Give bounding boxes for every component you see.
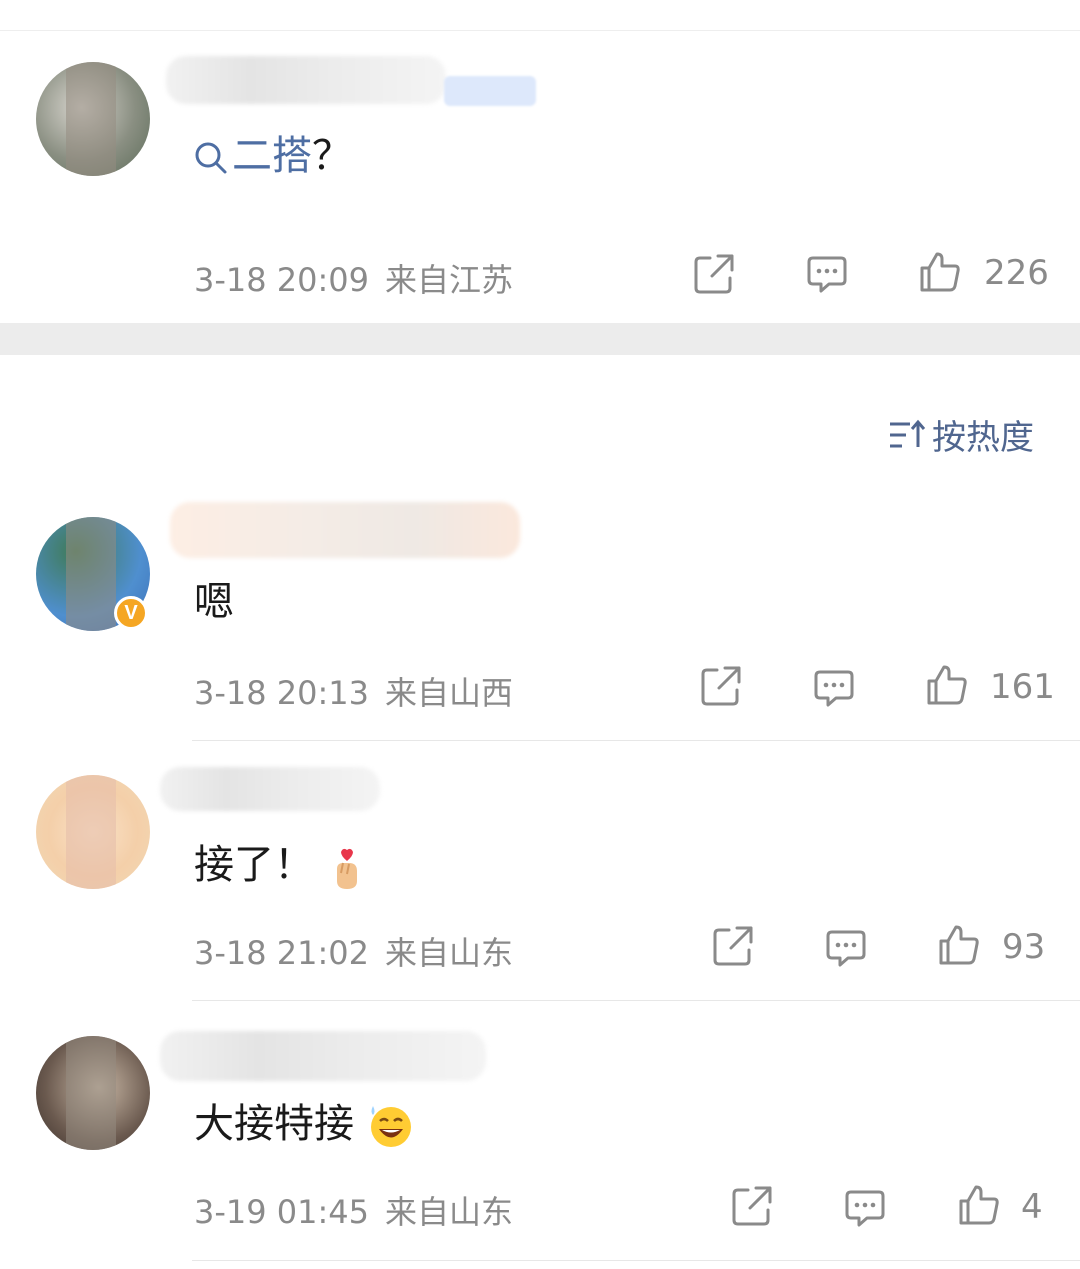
finger-heart-emoji xyxy=(336,848,357,889)
comment-icon[interactable] xyxy=(805,252,849,296)
verified-badge: V xyxy=(114,596,148,630)
share-icon[interactable] xyxy=(699,664,743,708)
username-blurred[interactable] xyxy=(170,502,520,558)
comment-meta: 3-18 20:09 来自江苏 xyxy=(194,255,513,301)
like-icon[interactable] xyxy=(957,1183,1001,1227)
comment-location: 来自山东 xyxy=(385,1193,514,1231)
grinning-tear-emoji xyxy=(370,1106,411,1147)
comment-meta: 3-18 21:02 来自山东 xyxy=(194,928,513,974)
comment-item: 接了！ 3-18 21:02 来自山东 93 xyxy=(0,741,1080,1000)
comment-location: 来自江苏 xyxy=(385,261,514,299)
comment-icon[interactable] xyxy=(843,1186,887,1230)
comment-item: V 嗯 3-18 20:13 来自山西 161 xyxy=(0,480,1080,740)
sort-label: 按热度 xyxy=(932,418,1034,458)
comment-separator xyxy=(192,1260,1080,1261)
avatar[interactable] xyxy=(36,775,150,889)
comment-text: 二搭？ xyxy=(194,130,352,182)
like-count: 226 xyxy=(984,253,1049,293)
like-count: 4 xyxy=(1021,1187,1043,1227)
comment-text: 大接特接 xyxy=(194,1098,415,1150)
topic-link[interactable]: 二搭 xyxy=(194,133,312,179)
comment-icon[interactable] xyxy=(812,666,856,710)
sort-icon xyxy=(890,419,926,447)
like-icon[interactable] xyxy=(918,250,962,294)
comment-item: 大接特接 3-19 01:45 来自山东 4 xyxy=(0,1001,1080,1261)
comment-time: 3-18 21:02 xyxy=(194,934,370,972)
avatar[interactable] xyxy=(36,62,150,176)
comment-time: 3-18 20:13 xyxy=(194,674,370,712)
comment-location: 来自山东 xyxy=(385,934,514,972)
username-blurred[interactable] xyxy=(166,56,446,104)
username-blurred[interactable] xyxy=(160,767,380,811)
share-icon[interactable] xyxy=(730,1184,774,1228)
username-blurred[interactable] xyxy=(160,1031,486,1081)
comment-time: 3-19 01:45 xyxy=(194,1193,370,1231)
fan-tag-blurred xyxy=(444,76,536,106)
comment-location: 来自山西 xyxy=(385,674,514,712)
comment-text: 接了！ xyxy=(194,839,367,891)
share-icon[interactable] xyxy=(692,252,736,296)
search-icon xyxy=(195,142,227,174)
comment-meta: 3-19 01:45 来自山东 xyxy=(194,1187,513,1233)
like-icon[interactable] xyxy=(937,923,981,967)
section-divider xyxy=(0,323,1080,355)
like-count: 93 xyxy=(1002,927,1046,967)
share-icon[interactable] xyxy=(711,924,755,968)
comment-time: 3-18 20:09 xyxy=(194,261,370,299)
comment-text-suffix: ？ xyxy=(312,133,352,179)
comment-item: 二搭？ 3-18 20:09 来自江苏 226 xyxy=(0,0,1080,323)
comment-icon[interactable] xyxy=(824,926,868,970)
sort-button[interactable]: 按热度 xyxy=(888,410,1034,459)
like-icon[interactable] xyxy=(925,663,969,707)
like-count: 161 xyxy=(990,667,1055,707)
avatar[interactable] xyxy=(36,1036,150,1150)
comment-meta: 3-18 20:13 来自山西 xyxy=(194,668,513,714)
comment-text: 嗯 xyxy=(194,579,234,625)
